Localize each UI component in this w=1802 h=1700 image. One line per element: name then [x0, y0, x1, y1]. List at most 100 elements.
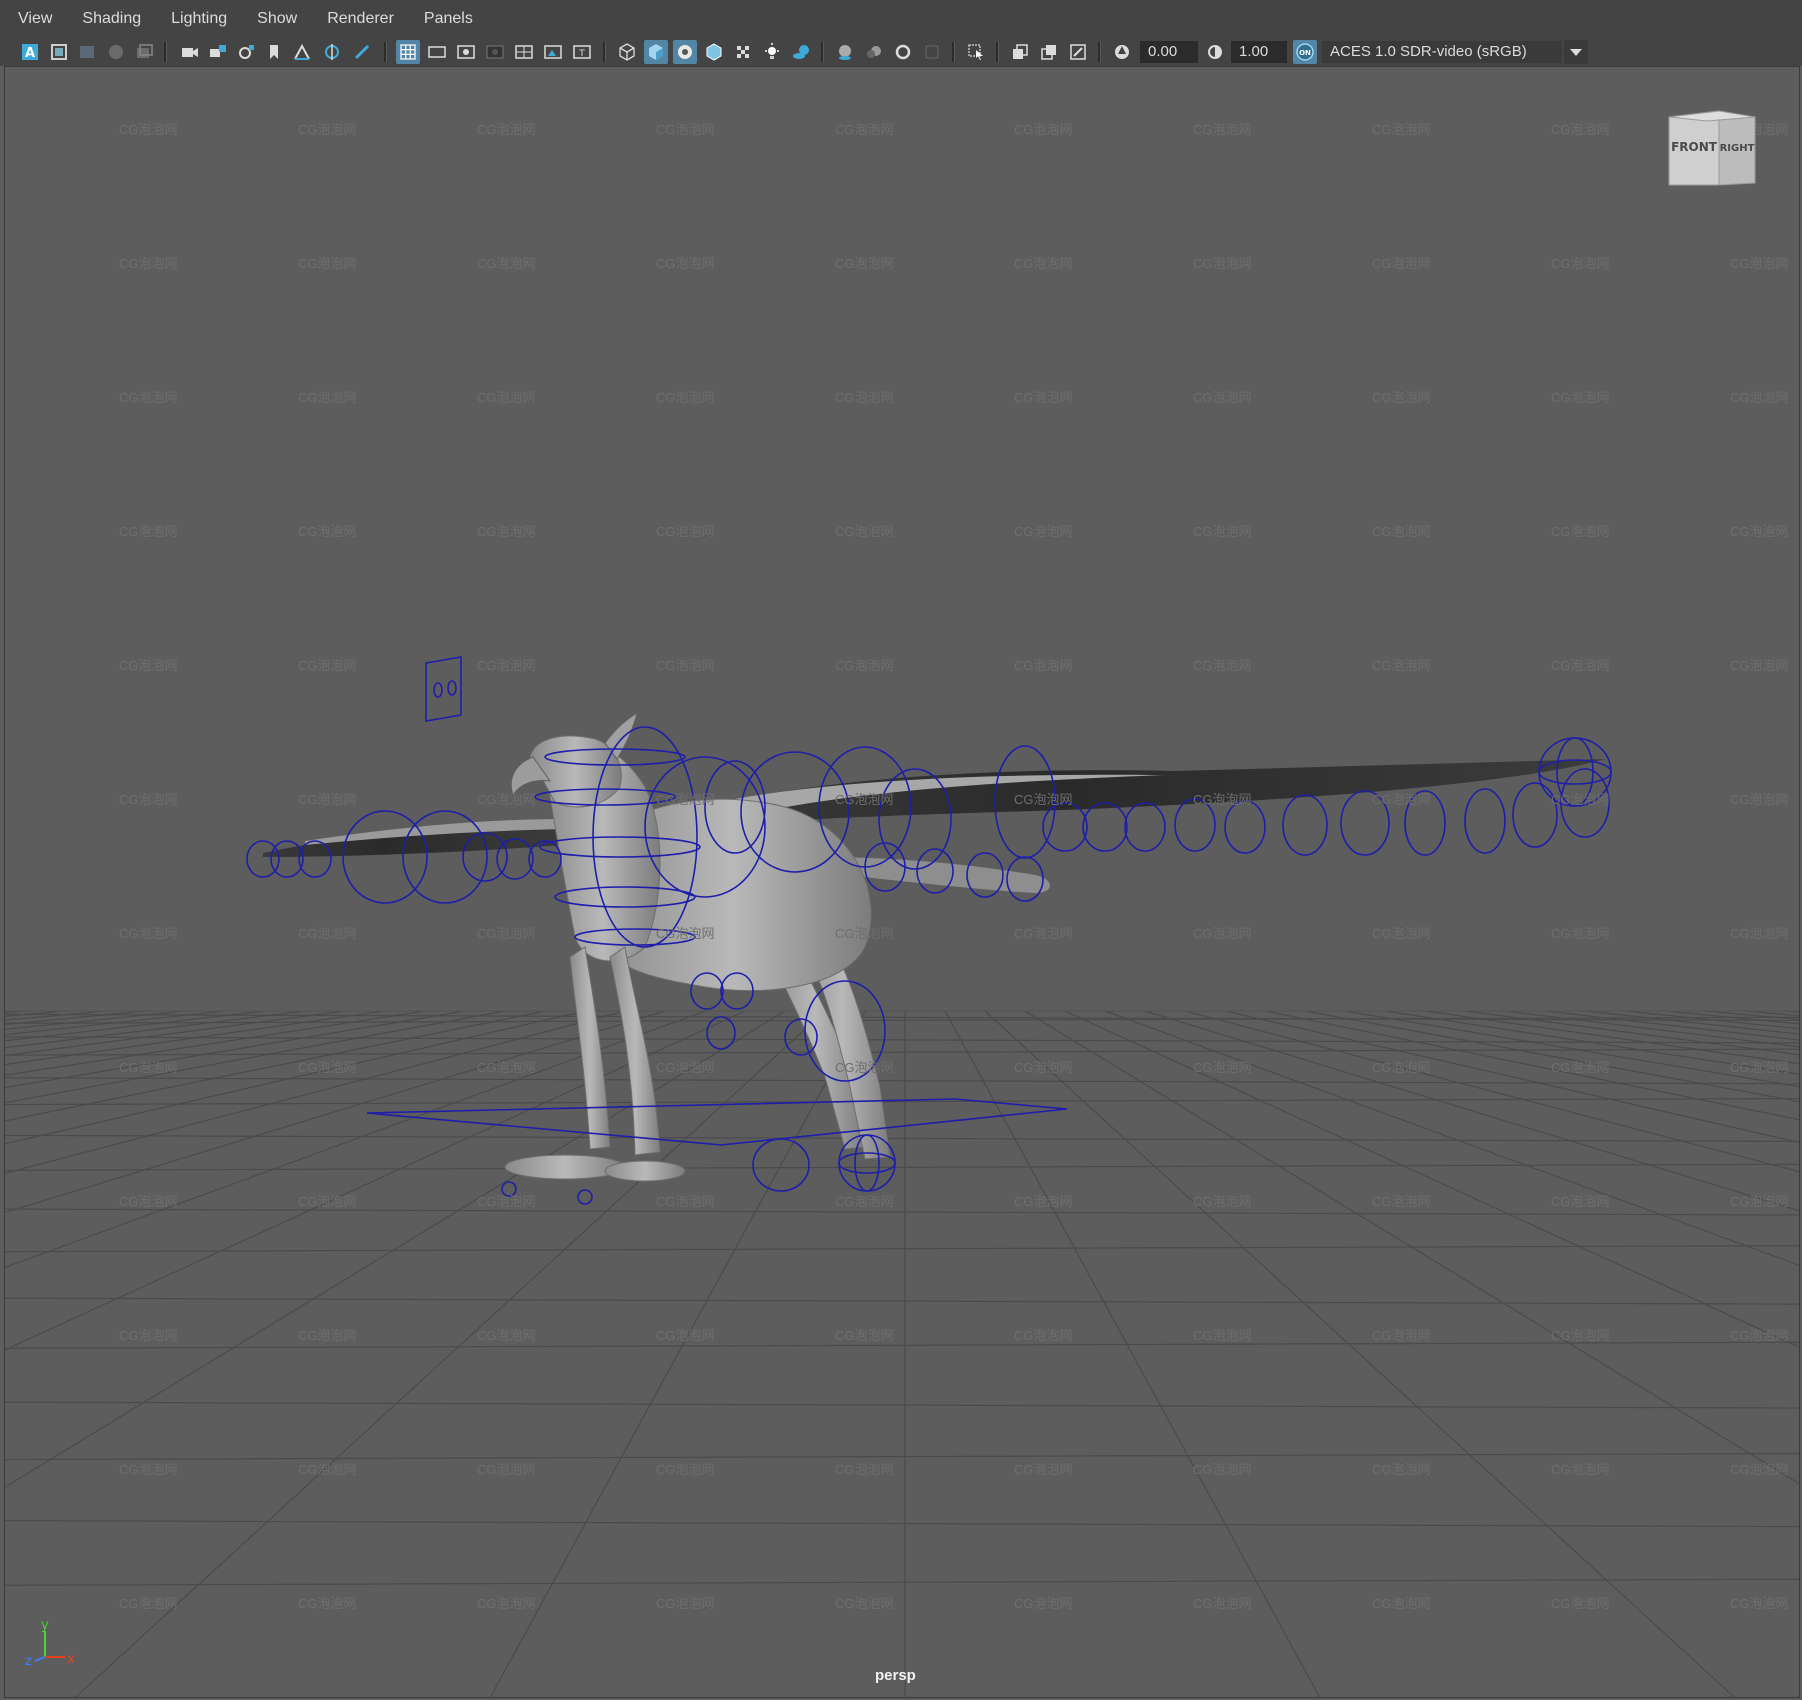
grid-line: [5, 1013, 1799, 1021]
axis-y-label: y: [41, 1618, 49, 1633]
xray-components-icon[interactable]: [1066, 40, 1090, 64]
menu-show[interactable]: Show: [245, 0, 309, 38]
grid-line: [1784, 1010, 1799, 1013]
xray-icon[interactable]: [1008, 40, 1032, 64]
grid-line: [5, 1010, 586, 1145]
camera-attributes-icon[interactable]: [47, 40, 71, 64]
gate-mask-icon[interactable]: [483, 40, 507, 64]
wireframe-on-shaded-icon[interactable]: [702, 40, 726, 64]
grid-line: [1024, 1010, 1799, 1485]
safe-title-icon[interactable]: T: [570, 40, 594, 64]
gamma-icon[interactable]: [1203, 40, 1227, 64]
3d-viewport[interactable]: CG泡泡网 CG泡泡网 CG泡泡网 CG泡泡网 CG泡泡网 CG泡泡网 CG泡泡网 CG泡泡网…: [4, 66, 1800, 1698]
xray-joints-icon[interactable]: [1037, 40, 1061, 64]
grid-line: [984, 1010, 1735, 1697]
grid-line: [5, 1010, 546, 1122]
viewcube-right-label: RIGHT: [1720, 143, 1755, 154]
2d-pan-zoom-icon[interactable]: [132, 40, 156, 64]
bookmarks-icon[interactable]: [75, 40, 99, 64]
color-management-toggle[interactable]: ON: [1293, 40, 1317, 64]
screen-space-ao-icon[interactable]: [833, 40, 857, 64]
smooth-shade-icon[interactable]: [644, 40, 668, 64]
menu-view[interactable]: View: [6, 0, 64, 38]
lighting-icon[interactable]: [760, 40, 784, 64]
camera-settings-icon[interactable]: [234, 40, 258, 64]
grid-line: [5, 1520, 1799, 1528]
image-plane-icon[interactable]: [104, 40, 128, 64]
right-wing[interactable]: [705, 759, 1605, 827]
view-cube[interactable]: FRONT RIGHT: [1663, 109, 1763, 199]
field-chart-icon[interactable]: [512, 40, 536, 64]
isolate-select-icon[interactable]: [964, 40, 988, 64]
right-wing-control[interactable]: [1340, 790, 1390, 856]
view-transform-value: ACES 1.0 SDR-video (sRGB): [1330, 43, 1527, 60]
grid-line: [5, 1341, 1799, 1349]
grid-line: [1144, 1010, 1799, 1212]
view-transform-dropdown[interactable]: ACES 1.0 SDR-video (sRGB): [1322, 41, 1562, 63]
right-wing-control[interactable]: [1512, 782, 1558, 848]
select-camera-icon[interactable]: A: [18, 40, 42, 64]
toe-locator[interactable]: [501, 1181, 517, 1197]
grid-line: [5, 1245, 1799, 1253]
right-wing-control[interactable]: [1404, 790, 1446, 856]
grease-pencil-icon[interactable]: [290, 40, 314, 64]
default-material-icon[interactable]: [673, 40, 697, 64]
right-wing-control[interactable]: [1124, 802, 1166, 852]
right-wing-control[interactable]: [1082, 802, 1128, 852]
view-transform-dropdown-arrow[interactable]: [1564, 40, 1588, 64]
right-wing-control[interactable]: [1282, 794, 1328, 856]
movie-camera-icon[interactable]: [178, 40, 202, 64]
shadows-icon[interactable]: [789, 40, 813, 64]
anti-aliasing-icon[interactable]: [891, 40, 915, 64]
menu-lighting[interactable]: Lighting: [159, 0, 239, 38]
axis-gizmo: y z x: [21, 1617, 81, 1677]
toe-locator[interactable]: [577, 1189, 593, 1205]
left-wing-control[interactable]: [246, 840, 280, 878]
exposure-icon[interactable]: [1110, 40, 1134, 64]
grid-line: [5, 1010, 66, 1017]
resolution-gate-icon[interactable]: [454, 40, 478, 64]
axis-z-label: z: [25, 1654, 32, 1669]
grid-line: [1264, 1010, 1799, 1121]
tumble-icon[interactable]: [320, 40, 344, 64]
grid-line: [5, 1010, 346, 1057]
grid-line: [1664, 1010, 1799, 1025]
grid-line: [5, 1401, 1799, 1409]
depth-of-field-icon[interactable]: [920, 40, 944, 64]
grid-line: [1464, 1010, 1799, 1056]
viewport-scene: [5, 656, 1799, 1697]
face-control-box[interactable]: [425, 656, 462, 722]
right-wing-control[interactable]: [1224, 800, 1266, 854]
right-wing-control[interactable]: [1174, 798, 1216, 852]
chevron-down-icon: [1570, 49, 1582, 56]
svg-text:A: A: [25, 46, 35, 61]
safe-action-icon[interactable]: [541, 40, 565, 64]
right-wing-control[interactable]: [1464, 788, 1506, 854]
grid-line: [1064, 1010, 1799, 1348]
grid-line: [5, 1297, 1799, 1305]
wireframe-icon[interactable]: [615, 40, 639, 64]
grid-line: [5, 1452, 1799, 1461]
motion-blur-icon[interactable]: [862, 40, 886, 64]
menu-renderer[interactable]: Renderer: [315, 0, 406, 38]
grid-line: [1584, 1010, 1799, 1035]
grid-line: [5, 1010, 106, 1021]
viewcube-front-label: FRONT: [1671, 140, 1718, 154]
exposure-field[interactable]: 0.00: [1140, 41, 1198, 63]
paint-brush-icon[interactable]: [350, 40, 374, 64]
textured-icon[interactable]: [731, 40, 755, 64]
camera-film-icon[interactable]: [206, 40, 230, 64]
film-gate-icon[interactable]: [425, 40, 449, 64]
grid-line: [1224, 1010, 1799, 1144]
grid-line: [1504, 1010, 1799, 1048]
menu-shading[interactable]: Shading: [70, 0, 153, 38]
svg-text:ON: ON: [1299, 49, 1311, 57]
grid-line: [5, 1208, 1799, 1216]
gamma-field[interactable]: 1.00: [1231, 41, 1287, 63]
bookmark-flag-icon[interactable]: [262, 40, 286, 64]
menu-panels[interactable]: Panels: [412, 0, 485, 38]
grid-line: [5, 1010, 786, 1488]
right-wing-control[interactable]: [1042, 802, 1088, 852]
grid-toggle-icon[interactable]: [396, 40, 420, 64]
grid-line: [75, 1010, 826, 1697]
